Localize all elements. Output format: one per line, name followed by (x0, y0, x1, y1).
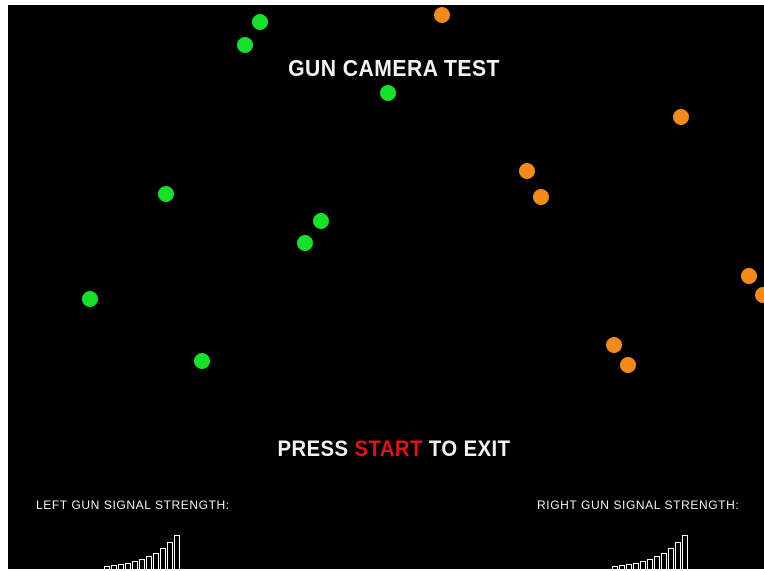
green-target-dot (380, 85, 396, 101)
orange-target-dot (434, 7, 450, 23)
left-signal-bar (111, 565, 117, 569)
right-gun-signal-meter (612, 523, 696, 569)
left-signal-bar (146, 556, 152, 569)
right-signal-bar (668, 548, 674, 569)
green-target-dot (237, 37, 253, 53)
left-gun-signal-label: LEFT GUN SIGNAL STRENGTH: (36, 498, 230, 512)
right-signal-bar (626, 564, 632, 569)
left-signal-bar (104, 566, 110, 569)
left-signal-bar (118, 564, 124, 569)
orange-target-dot (673, 109, 689, 125)
left-signal-bar (125, 563, 131, 569)
right-signal-bar (654, 556, 660, 569)
left-signal-bar (174, 535, 180, 569)
orange-target-dot (519, 163, 535, 179)
orange-target-dot (606, 337, 622, 353)
right-signal-bar (619, 565, 625, 569)
orange-target-dot (755, 287, 764, 303)
green-target-dot (82, 291, 98, 307)
orange-target-dot (741, 268, 757, 284)
right-gun-signal-label: RIGHT GUN SIGNAL STRENGTH: (537, 498, 740, 512)
left-signal-bar (139, 559, 145, 569)
game-screen: GUN CAMERA TEST PRESS START TO EXIT LEFT… (8, 5, 764, 569)
green-target-dot (194, 353, 210, 369)
orange-target-dot (620, 357, 636, 373)
screen-title: GUN CAMERA TEST (288, 55, 500, 81)
right-signal-bar (682, 535, 688, 569)
left-signal-bar (167, 542, 173, 569)
orange-target-dot (533, 189, 549, 205)
left-signal-bar (160, 548, 166, 569)
exit-prompt-prefix: PRESS (277, 436, 355, 461)
green-target-dot (252, 14, 268, 30)
exit-prompt-suffix: TO EXIT (422, 436, 511, 461)
right-signal-bar (661, 553, 667, 569)
start-button-label: START (354, 436, 423, 461)
left-signal-bar (132, 561, 138, 569)
green-target-dot (158, 186, 174, 202)
right-signal-bar (640, 561, 646, 569)
left-signal-bar (153, 553, 159, 569)
right-signal-bar (612, 566, 618, 569)
exit-prompt: PRESS START TO EXIT (39, 436, 749, 462)
right-signal-bar (647, 559, 653, 569)
right-signal-bar (633, 563, 639, 569)
right-signal-bar (675, 542, 681, 569)
green-target-dot (313, 213, 329, 229)
green-target-dot (297, 235, 313, 251)
left-gun-signal-meter (104, 523, 188, 569)
